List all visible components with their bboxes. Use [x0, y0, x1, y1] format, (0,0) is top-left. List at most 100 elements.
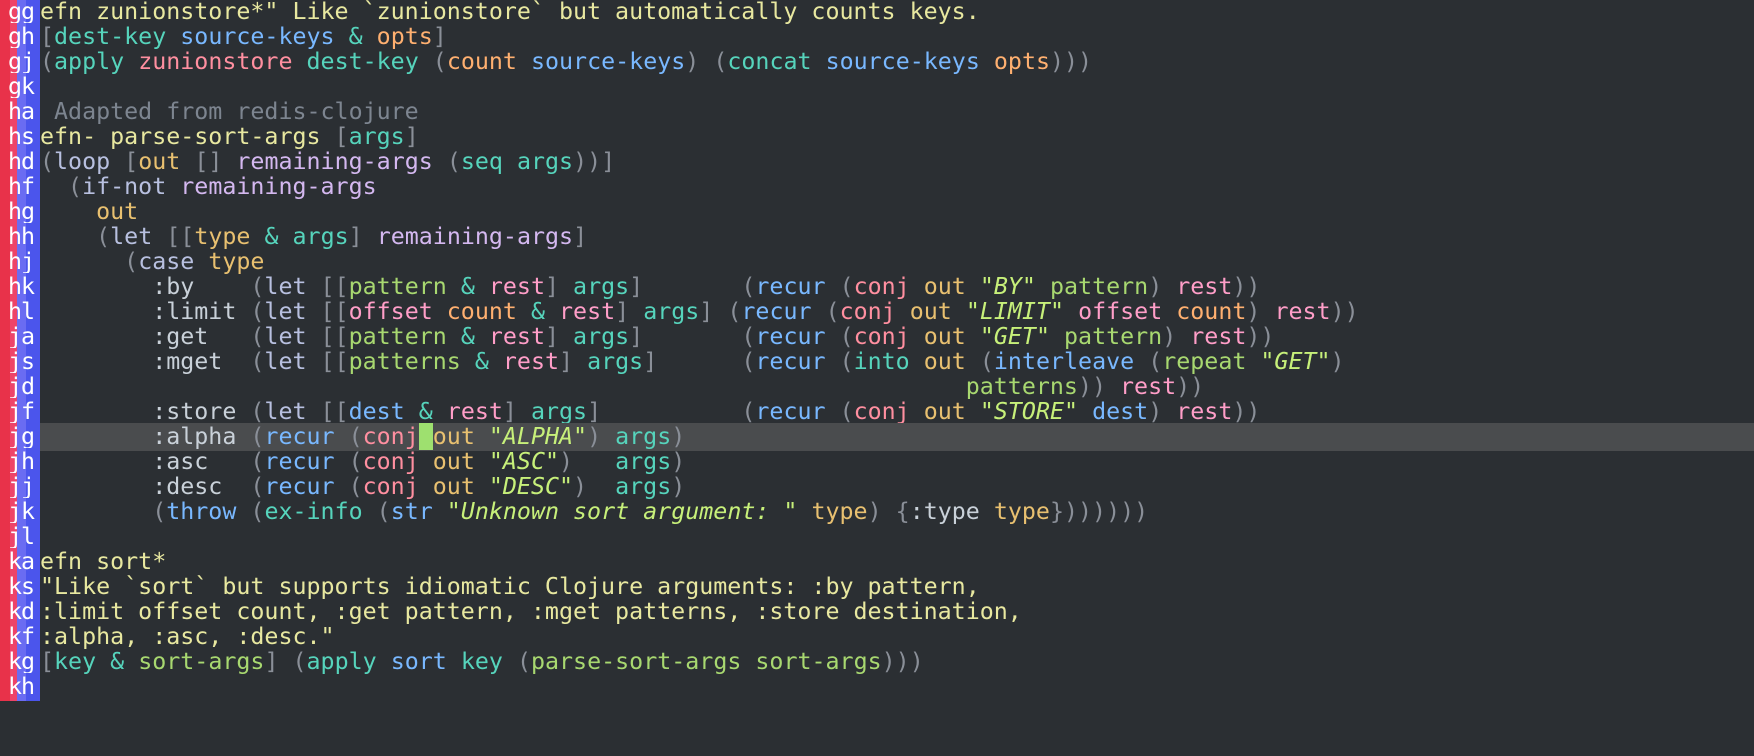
- code-line[interactable]: gk: [0, 73, 1754, 101]
- jump-label[interactable]: kf: [8, 623, 35, 651]
- code-line[interactable]: jk (throw (ex-info (str "Unknown sort ar…: [0, 498, 1754, 526]
- code-line[interactable]: ks "Like `sort` but supports idiomatic Cl…: [0, 573, 1754, 601]
- code-text[interactable]: (apply zunionstore dest-key (count sourc…: [40, 48, 1092, 76]
- code-line[interactable]: ha Adapted from redis-clojure: [0, 98, 1754, 126]
- code-text[interactable]: :by (let [[pattern & rest] args] (recur …: [40, 273, 1260, 301]
- jump-label[interactable]: jk: [8, 498, 35, 526]
- jump-label[interactable]: hf: [8, 173, 35, 201]
- jump-label[interactable]: ja: [8, 323, 35, 351]
- code-line[interactable]: kf:alpha, :asc, :desc.": [0, 623, 1754, 651]
- jump-label[interactable]: gj: [8, 48, 35, 76]
- code-line[interactable]: jf :store (let [[dest & rest] args] (rec…: [0, 398, 1754, 426]
- code-text[interactable]: patterns)) rest)): [40, 373, 1204, 401]
- jump-label[interactable]: hd: [8, 148, 35, 176]
- code-line[interactable]: hs efn- parse-sort-args [args]: [0, 123, 1754, 151]
- jump-label[interactable]: kd: [8, 598, 35, 626]
- code-line[interactable]: jl: [0, 523, 1754, 551]
- jump-label[interactable]: hh: [8, 223, 35, 251]
- code-token: sort-args: [755, 648, 882, 675]
- code-text[interactable]: [dest-key source-keys & opts]: [40, 23, 447, 51]
- code-token: let: [264, 323, 307, 350]
- code-token: ]: [573, 223, 588, 250]
- code-text[interactable]: :asc (recur (conj out "ASC") args): [40, 448, 685, 476]
- jump-label[interactable]: hk: [8, 273, 35, 301]
- code-token: "DESC": [488, 473, 574, 500]
- code-line[interactable]: gh [dest-key source-keys & opts]: [0, 23, 1754, 51]
- code-text[interactable]: :desc (recur (conj out "DESC") args): [40, 473, 685, 501]
- code-text[interactable]: (let [[type & args] remaining-args]: [40, 223, 587, 251]
- code-line[interactable]: hj (case type: [0, 248, 1754, 276]
- code-text[interactable]: :store (let [[dest & rest] args] (recur …: [40, 398, 1260, 426]
- code-line[interactable]: hl :limit (let [[offset count & rest] ar…: [0, 298, 1754, 326]
- code-line[interactable]: jg :alpha (recur (conj out "ALPHA") args…: [0, 423, 1754, 451]
- code-token: out: [432, 448, 475, 475]
- jump-label[interactable]: jg: [8, 423, 35, 451]
- code-text[interactable]: :alpha, :asc, :desc.": [40, 623, 335, 651]
- code-text[interactable]: (case type: [40, 248, 264, 276]
- code-text[interactable]: [key & sort-args] (apply sort key (parse…: [40, 648, 924, 676]
- code-line[interactable]: jj :desc (recur (conj out "DESC") args): [0, 473, 1754, 501]
- code-line[interactable]: kh: [0, 673, 1754, 701]
- code-text[interactable]: out: [40, 198, 138, 226]
- code-token: let: [264, 348, 307, 375]
- jump-label[interactable]: ka: [8, 548, 35, 576]
- code-text[interactable]: :limit (let [[offset count & rest] args]…: [40, 298, 1358, 326]
- code-token: recur: [264, 423, 335, 450]
- code-text[interactable]: efn- parse-sort-args [args]: [40, 123, 419, 151]
- code-token: [[: [320, 273, 349, 300]
- jump-label[interactable]: ks: [8, 573, 35, 601]
- code-line[interactable]: hh (let [[type & args] remaining-args]: [0, 223, 1754, 251]
- code-line[interactable]: hd (loop [out [] remaining-args (seq args…: [0, 148, 1754, 176]
- code-token: :mget: [40, 348, 251, 375]
- code-text[interactable]: :get (let [[pattern & rest] args] (recur…: [40, 323, 1274, 351]
- code-line[interactable]: jh :asc (recur (conj out "ASC") args): [0, 448, 1754, 476]
- code-line[interactable]: hg out: [0, 198, 1754, 226]
- code-line[interactable]: gj (apply zunionstore dest-key (count sou…: [0, 48, 1754, 76]
- jump-label[interactable]: hl: [8, 298, 35, 326]
- code-line[interactable]: ka efn sort*: [0, 548, 1754, 576]
- code-text[interactable]: :alpha (recur (conj out "ALPHA") args): [40, 423, 685, 451]
- code-line[interactable]: hk :by (let [[pattern & rest] args] (rec…: [0, 273, 1754, 301]
- code-token: ]: [559, 348, 574, 375]
- code-text[interactable]: "Like `sort` but supports idiomatic Cloj…: [40, 573, 980, 601]
- jump-label[interactable]: kg: [8, 648, 35, 676]
- code-token: apply: [54, 48, 125, 75]
- code-text[interactable]: (if-not remaining-args: [40, 173, 377, 201]
- code-line[interactable]: ja :get (let [[pattern & rest] args] (re…: [0, 323, 1754, 351]
- code-text[interactable]: (loop [out [] remaining-args (seq args))…: [40, 148, 615, 176]
- jump-label[interactable]: hj: [8, 248, 35, 276]
- code-text[interactable]: efn sort*: [40, 548, 166, 576]
- code-text[interactable]: :mget (let [[patterns & rest] args] (rec…: [40, 348, 1344, 376]
- code-editor[interactable]: gg efn zunionstore*" Like `zunionstore` b…: [0, 0, 1754, 756]
- jump-label[interactable]: js: [8, 348, 35, 376]
- jump-label[interactable]: jl: [8, 523, 35, 551]
- code-line[interactable]: jd patterns)) rest)): [0, 373, 1754, 401]
- jump-label[interactable]: gk: [8, 73, 35, 101]
- jump-label[interactable]: jf: [8, 398, 35, 426]
- code-line[interactable]: kg [key & sort-args] (apply sort key (par…: [0, 648, 1754, 676]
- jump-label[interactable]: gh: [8, 23, 35, 51]
- jump-label[interactable]: kh: [8, 673, 35, 701]
- jump-label[interactable]: jd: [8, 373, 35, 401]
- code-line[interactable]: hf (if-not remaining-args: [0, 173, 1754, 201]
- code-token: :alpha: [40, 423, 251, 450]
- jump-label[interactable]: jj: [8, 473, 35, 501]
- jump-label[interactable]: ha: [8, 98, 35, 126]
- jump-label[interactable]: hs: [8, 123, 35, 151]
- code-token: (: [292, 648, 307, 675]
- jump-label[interactable]: jh: [8, 448, 35, 476]
- code-line[interactable]: kd:limit offset count, :get pattern, :mg…: [0, 598, 1754, 626]
- jump-label[interactable]: hg: [8, 198, 35, 226]
- code-line[interactable]: js :mget (let [[patterns & rest] args] (…: [0, 348, 1754, 376]
- code-text[interactable]: :limit offset count, :get pattern, :mget…: [40, 598, 1022, 626]
- code-text[interactable]: (throw (ex-info (str "Unknown sort argum…: [40, 498, 1148, 526]
- code-text[interactable]: Adapted from redis-clojure: [40, 98, 419, 126]
